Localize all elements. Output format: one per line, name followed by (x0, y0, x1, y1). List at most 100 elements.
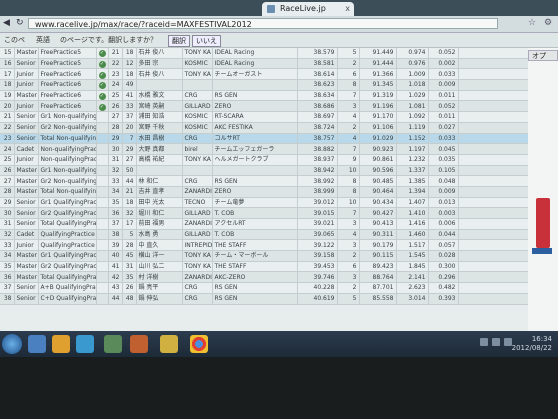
cell-c: Non-qualifyingPracti (38, 154, 97, 166)
cell-h: RS GEN (212, 90, 298, 102)
check-icon: ✓ (98, 61, 106, 68)
app-icon[interactable] (104, 335, 122, 353)
cell-i: 38.581 (297, 58, 338, 70)
status-cell: ✓ (96, 58, 109, 70)
start-button-icon[interactable] (2, 334, 22, 354)
translate-button[interactable]: 翻訳 (168, 35, 190, 47)
cell-h: T. COB (212, 207, 298, 219)
table-row[interactable]: 16 Senior FreePractice5 ✓ 22 12 多田 宗 KOSMIC IDEA… (0, 58, 529, 70)
language-select[interactable]: 英語 (36, 35, 50, 45)
cell-b: Junior (14, 239, 39, 252)
cell-i: 38.999 (297, 186, 338, 198)
table-row[interactable]: 24 Cadet Non-qualifyingPracti 30 29 大野 真都 bire… (0, 143, 529, 155)
cell-k: 91.170 (359, 111, 397, 123)
cell-b: Junior (14, 154, 39, 166)
cell-j: 2 (337, 122, 360, 134)
cell-l: 1.385 (396, 175, 429, 187)
cell-f (136, 79, 183, 91)
cell-k: 91.106 (359, 122, 397, 134)
app2-icon[interactable] (160, 335, 178, 353)
table-row[interactable]: 27 Master Gr2 Non-qualifyingP 33 44 林 和仁 CRG RS… (0, 175, 529, 187)
cell-a: 24 (0, 143, 15, 155)
cell-f: 横山 洋一 (136, 250, 183, 262)
cell-g: TONY KA (182, 68, 213, 81)
cell-b: Senior (14, 282, 39, 294)
table-row[interactable]: 29 Senior Gr1 QualifyingPract 35 18 田中 光太 TECN… (0, 197, 529, 209)
network-icon[interactable] (480, 338, 488, 346)
reload-icon[interactable]: ↻ (16, 18, 24, 28)
cell-g: GILLARD (182, 100, 213, 113)
cell-j: 7 (337, 143, 360, 155)
table-row[interactable]: 15 Master FreePractice5 ✓ 21 18 石井 俊八 TONY KA ID… (0, 48, 529, 59)
table-row[interactable]: 17 Junior FreePractice6 ✓ 23 18 石井 俊八 TONY KA チー… (0, 68, 529, 81)
cell-m: 0.009 (428, 79, 459, 91)
empty-cell (458, 186, 529, 198)
empty-cell (458, 100, 529, 113)
cell-b: Master (14, 90, 39, 102)
no-translate-button[interactable]: いいえ (192, 35, 221, 47)
cell-d: 27 (108, 111, 123, 123)
url-field[interactable]: www.racelive.jp/max/race/?raceid=MAXFEST… (28, 18, 498, 29)
cell-d: 24 (108, 79, 123, 91)
table-row[interactable]: 30 Senior Gr2 QualifyingPract 36 32 堀川 和仁 GILL… (0, 207, 529, 219)
folder-icon[interactable] (52, 335, 70, 353)
cell-k: 91.449 (359, 48, 397, 59)
tab-close-icon[interactable]: x (345, 2, 350, 16)
back-icon[interactable]: ◀ (3, 18, 10, 28)
table-row[interactable]: 20 Junior FreePractice6 ✓ 26 33 宮崎 英嗣 GILLARD ZE… (0, 100, 529, 113)
settings-icon[interactable]: ⚙ (544, 18, 552, 28)
cell-c: FreePractice6 (38, 100, 97, 113)
table-row[interactable]: 35 Master Gr2 QualifyingPract 41 31 山川 弘二 TONY… (0, 261, 529, 273)
cell-k: 90.427 (359, 207, 397, 219)
cell-g: GILLARD (182, 207, 213, 219)
empty-cell (458, 68, 529, 81)
paint-icon[interactable] (130, 335, 148, 353)
table-row[interactable]: 38 Senior C+D QualifyingPract 44 48 鍋 伸弘 CRG RS… (0, 293, 529, 305)
status-cell (96, 261, 109, 273)
cell-h (212, 79, 298, 91)
table-row[interactable]: 28 Master Total Non-qualifying 34 21 吉井 直孝 ZAN… (0, 186, 529, 198)
table-row[interactable]: 36 Master Total QualifyingPrac 42 35 村 洋樹 ZANA… (0, 271, 529, 284)
cell-k: 91.345 (359, 79, 397, 91)
cell-g: KOSMIC (182, 58, 213, 70)
clock[interactable]: 16:34 2012/08/22 (512, 335, 552, 353)
cell-c: QualifyingPractice (38, 239, 97, 252)
cell-c: Gr2 QualifyingPract (38, 207, 97, 219)
table-row[interactable]: 31 Senior Total QualifyingPrac 37 17 前田 福男 ZAN… (0, 218, 529, 230)
cell-b: Senior (14, 218, 39, 230)
tab-racelive[interactable]: RaceLive.jp x (262, 2, 354, 16)
table-row[interactable]: 21 Senior Gr1 Non-qualifyingP 27 37 浦田 知浩 KOSM… (0, 111, 529, 123)
cell-a: 25 (0, 154, 15, 166)
table-row[interactable]: 37 Senior A+B QualifyingPract 43 26 鍋 亮平 CRG RS… (0, 282, 529, 294)
cell-f: 鍋 亮平 (136, 282, 183, 294)
cell-f: 鍋 伸弘 (136, 293, 183, 305)
table-row[interactable]: 18 Junior FreePractice6 ✓ 24 49 38.623 8 91.345 1… (0, 79, 529, 91)
table-row[interactable]: 19 Master FreePractice6 ✓ 25 41 水橋 雅文 CRG RS GEN… (0, 90, 529, 102)
explorer-icon[interactable] (28, 335, 46, 353)
table-row[interactable]: 25 Junior Non-qualifyingPracti 31 27 高橋 祐紀 TON… (0, 154, 529, 166)
cell-i: 39.122 (297, 239, 338, 252)
options-button[interactable]: オプ (528, 50, 558, 61)
empty-cell (458, 207, 529, 219)
cell-f: 田中 光太 (136, 197, 183, 209)
cell-l: 1.460 (396, 229, 429, 241)
volume-icon[interactable] (492, 338, 500, 346)
table-row[interactable]: 23 Senior Total Non-qualifying 29 7 水田 昌樹 CRG コ… (0, 133, 529, 145)
table-row[interactable]: 33 Junior QualifyingPractice 39 28 中 直久 INTREP… (0, 239, 529, 252)
cell-k: 91.366 (359, 68, 397, 81)
chrome-icon[interactable] (190, 335, 208, 353)
check-icon: ✓ (98, 82, 106, 90)
cell-g: ZANARDI (182, 271, 213, 284)
table-row[interactable]: 32 Cadet QualifyingPractice 38 5 水島 勇 GILLARD T… (0, 229, 529, 241)
cell-m: 0.052 (428, 100, 459, 113)
cell-f: 林 和仁 (136, 175, 183, 187)
table-row[interactable]: 22 Senior Gr2 Non-qualifyingP 28 20 宮野 千秋 KOSM… (0, 122, 529, 134)
table-row[interactable]: 26 Master Gr1 Non-qualifyingP 32 50 38.942 10 9… (0, 165, 529, 177)
cell-b: Cadet (14, 229, 39, 241)
bookmark-star-icon[interactable]: ☆ (528, 18, 536, 28)
table-row[interactable]: 34 Master Gr1 QualifyingPract 40 45 横山 洋一 TONY… (0, 250, 529, 262)
status-cell (96, 143, 109, 155)
cell-e: 48 (122, 293, 137, 305)
media-player-icon[interactable] (76, 335, 94, 353)
cell-c: Total Non-qualifying (38, 186, 97, 198)
